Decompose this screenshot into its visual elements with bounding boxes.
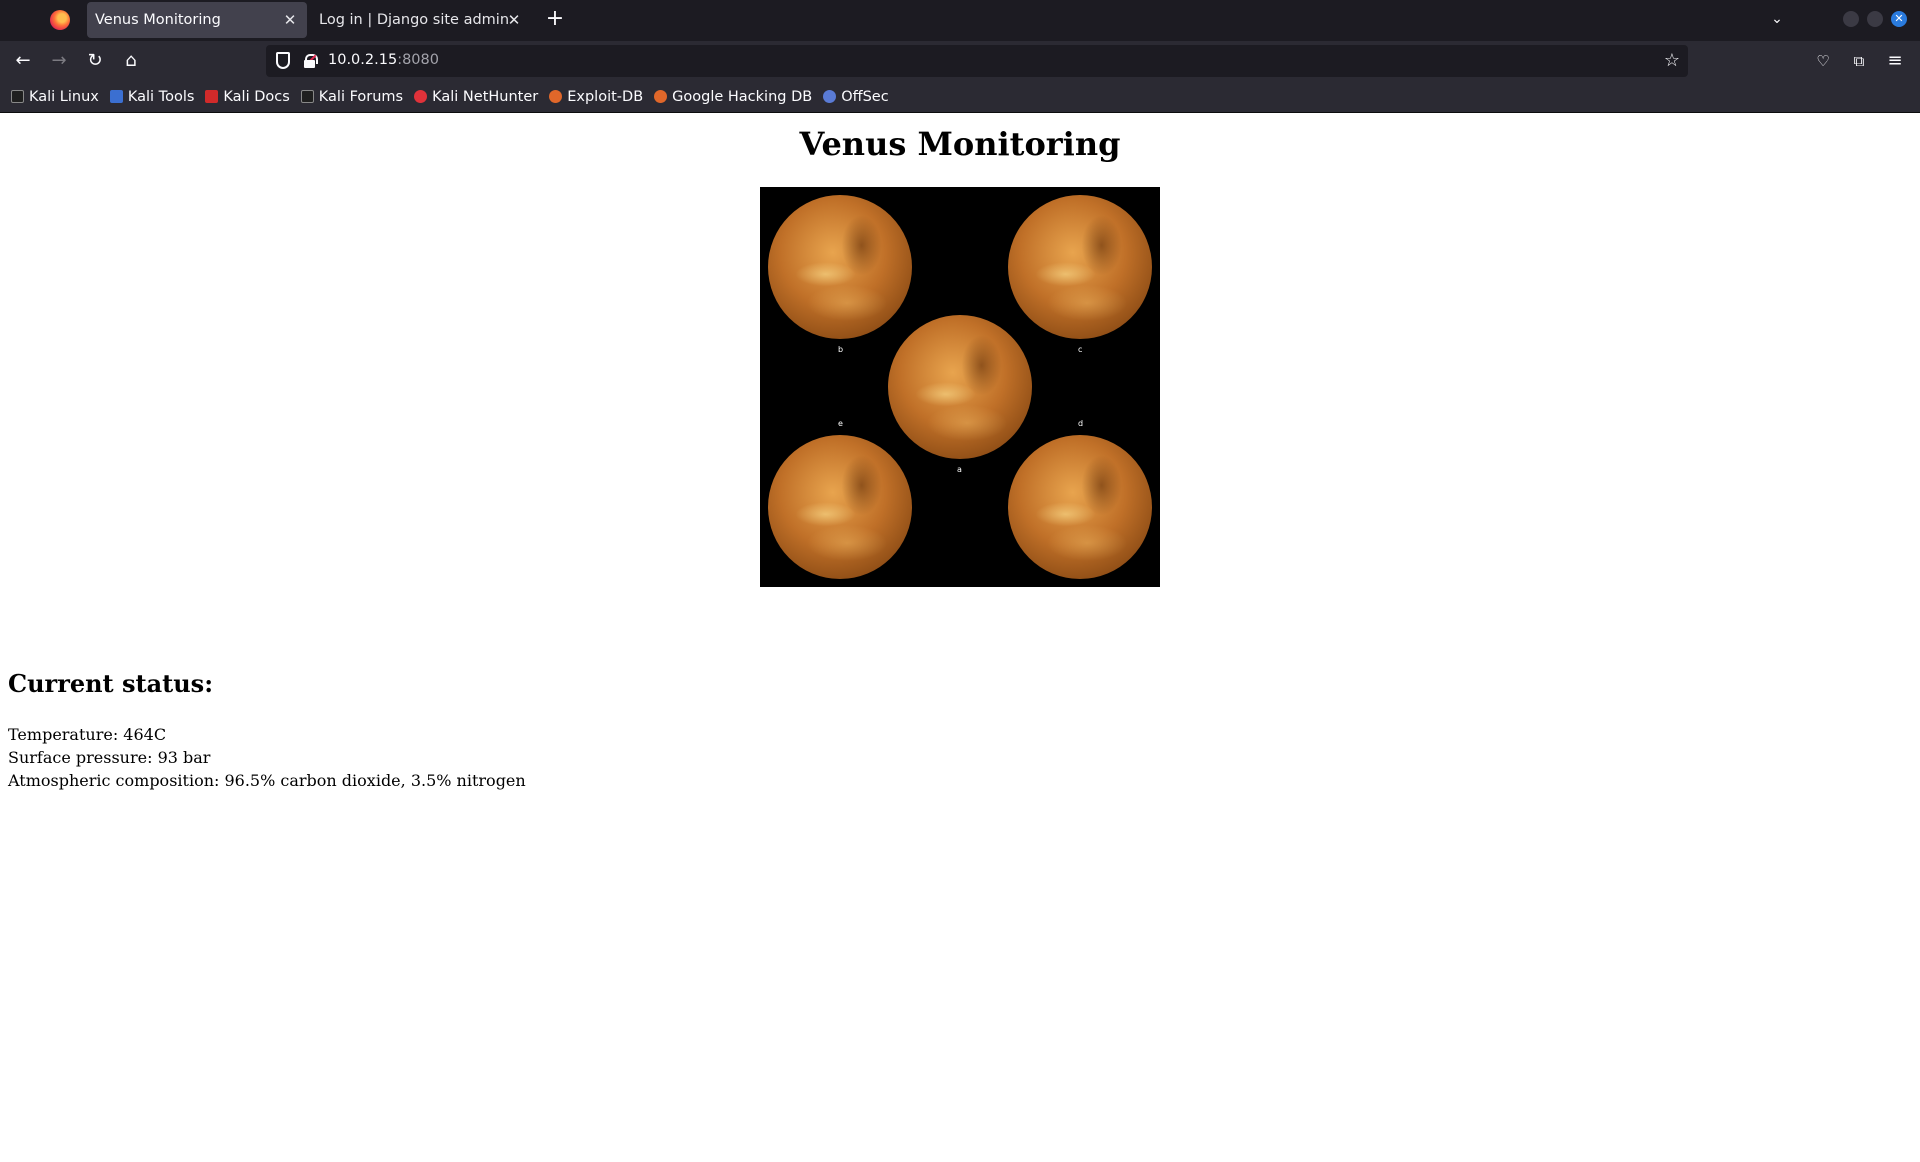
chevron-down-icon[interactable]: ⌄	[1766, 8, 1788, 30]
tab-strip: Venus Monitoring ✕ Log in | Django site …	[0, 0, 1920, 41]
venus-globe-b	[768, 195, 912, 339]
bookmark-label: Kali Docs	[223, 88, 290, 105]
bookmark-label: Google Hacking DB	[672, 88, 813, 105]
status-temperature: Temperature: 464C	[8, 725, 167, 744]
status-heading: Current status:	[8, 669, 214, 698]
globe-label: e	[838, 419, 843, 428]
close-icon[interactable]: ✕	[281, 11, 299, 29]
bookmark-label: Kali Linux	[29, 88, 99, 105]
page-title: Venus Monitoring	[799, 125, 1121, 163]
bookmark-label: Kali Forums	[318, 88, 404, 105]
exploit-db-icon	[549, 90, 563, 103]
window-close-button[interactable]: ✕	[1891, 11, 1907, 27]
new-tab-button[interactable]: +	[544, 8, 566, 30]
tab-venus-monitoring[interactable]: Venus Monitoring ✕	[87, 2, 307, 38]
bookmark-kali-nethunter[interactable]: Kali NetHunter	[414, 89, 538, 105]
forward-arrow-icon[interactable]: →	[48, 50, 70, 72]
extensions-icon[interactable]: ⧉	[1848, 50, 1870, 72]
bookmark-kali-linux[interactable]: Kali Linux	[11, 89, 99, 105]
firefox-logo-icon[interactable]	[50, 10, 70, 30]
venus-globe-e	[768, 435, 912, 579]
bookmarks-toolbar: Kali Linux Kali Tools Kali Docs Kali For…	[0, 81, 1920, 113]
bookmark-label: OffSec	[841, 88, 889, 105]
status-pressure: Surface pressure: 93 bar	[8, 748, 211, 767]
reload-icon[interactable]: ↻	[84, 50, 106, 72]
status-atmosphere: Atmospheric composition: 96.5% carbon di…	[8, 771, 526, 790]
bookmark-star-icon[interactable]: ☆	[1664, 50, 1680, 71]
tab-title: Venus Monitoring	[95, 12, 221, 28]
minimize-button[interactable]	[1843, 11, 1859, 27]
url-text[interactable]: 10.0.2.15:8080	[328, 52, 439, 68]
shield-icon[interactable]	[276, 52, 290, 69]
page-content: Venus Monitoring b c a e d Current statu…	[0, 113, 1920, 1162]
kali-dragon-icon	[11, 90, 24, 103]
bookmark-label: Exploit-DB	[567, 88, 644, 105]
globe-label: a	[957, 465, 962, 474]
tab-django-admin[interactable]: Log in | Django site admin ✕	[311, 2, 531, 38]
pocket-icon[interactable]: ♡	[1812, 50, 1834, 72]
venus-planet-image: b c a e d	[760, 187, 1160, 587]
bookmark-exploit-db[interactable]: Exploit-DB	[549, 89, 643, 105]
address-bar[interactable]: 10.0.2.15:8080 ☆	[266, 45, 1688, 77]
home-icon[interactable]: ⌂	[120, 50, 142, 72]
bookmark-kali-forums[interactable]: Kali Forums	[300, 88, 404, 105]
kali-forums-icon	[300, 90, 314, 103]
bookmark-kali-tools[interactable]: Kali Tools	[109, 88, 195, 105]
url-port: :8080	[397, 52, 439, 68]
close-icon[interactable]: ✕	[505, 11, 523, 29]
globe-label: d	[1078, 419, 1084, 428]
venus-globe-a	[888, 315, 1032, 459]
kali-docs-icon	[205, 90, 219, 103]
venus-globe-d	[1008, 435, 1152, 579]
bookmark-kali-docs[interactable]: Kali Docs	[205, 88, 290, 105]
nethunter-icon	[414, 90, 428, 103]
bookmark-google-hacking-db[interactable]: Google Hacking DB	[654, 89, 812, 105]
globe-label: c	[1078, 345, 1083, 354]
bookmark-offsec[interactable]: OffSec	[823, 89, 889, 105]
maximize-button[interactable]	[1867, 11, 1883, 27]
venus-globe-c	[1008, 195, 1152, 339]
url-host: 10.0.2.15	[328, 52, 398, 68]
globe-label: b	[838, 345, 844, 354]
ghdb-icon	[654, 90, 668, 103]
navigation-toolbar: ← → ↻ ⌂ 10.0.2.15:8080 ☆ ♡ ⧉ ≡	[0, 41, 1920, 81]
bookmark-label: Kali NetHunter	[432, 88, 539, 105]
kali-tools-icon	[109, 90, 123, 103]
insecure-lock-icon[interactable]	[303, 54, 318, 68]
menu-icon[interactable]: ≡	[1884, 50, 1906, 72]
tab-title: Log in | Django site admin	[319, 12, 510, 28]
offsec-icon	[823, 90, 837, 103]
back-arrow-icon[interactable]: ←	[12, 50, 34, 72]
bookmark-label: Kali Tools	[127, 88, 195, 105]
